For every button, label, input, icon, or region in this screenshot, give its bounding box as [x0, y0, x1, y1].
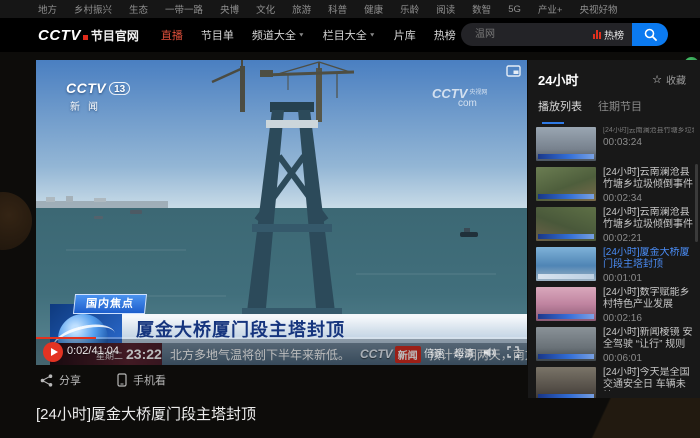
- quality-button[interactable]: 超清: [454, 345, 474, 360]
- utility-link-5g[interactable]: 5G: [508, 4, 521, 15]
- utility-link-goods[interactable]: 央视好物: [579, 2, 617, 16]
- playlist-panel: 24小时 ☆ 收藏 播放列表 往期节目 [24小时]云南澜沧县竹塘乡垃圾倾倒事件…: [528, 60, 700, 398]
- playlist: [24小时]云南澜沧县竹塘乡垃圾倾倒事件00:03:24 [24小时]云南澜沧县…: [528, 124, 700, 398]
- cctv-logo[interactable]: CCTV 节目官网: [38, 27, 139, 44]
- nav-live[interactable]: 直播: [161, 27, 183, 43]
- utility-link-local[interactable]: 地方: [38, 2, 57, 16]
- video-player[interactable]: CCTV 13 新闻 CCTV 央视网 com 国内焦点 厦金大桥厦门段主塔封顶: [36, 60, 527, 365]
- list-item[interactable]: [24小时]新闻棱镜 安全驾驶 “让行” 规则00:06:01: [528, 324, 700, 364]
- fullscreen-button[interactable]: [507, 346, 519, 358]
- video-actions: 分享 手机看: [40, 372, 166, 388]
- page: 地方 乡村振兴 生态 一带一路 央博 文化 旅游 科普 健康 乐龄 阅读 数智 …: [0, 0, 700, 438]
- tab-playlist[interactable]: 播放列表: [538, 98, 582, 124]
- search-area: 热榜: [461, 23, 668, 46]
- list-item[interactable]: [24小时]云南澜沧县竹塘乡垃圾倾倒事件00:02:34: [528, 164, 700, 204]
- utility-link-beltroad[interactable]: 一带一路: [165, 2, 203, 16]
- pip-icon[interactable]: [506, 65, 521, 77]
- tab-past-episodes[interactable]: 往期节目: [598, 98, 642, 124]
- list-item[interactable]: [24小时]今天是全国交通安全日 车辆未按: [528, 364, 700, 398]
- news-badge: 国内焦点: [73, 294, 147, 314]
- nav-programs[interactable]: 栏目大全▼: [323, 27, 376, 43]
- video-thumbnail: [536, 127, 596, 161]
- nav-hotlist[interactable]: 热榜: [434, 27, 456, 43]
- cctv-logo-suffix: 节目官网: [91, 27, 139, 44]
- chevron-down-icon: ▼: [298, 32, 305, 38]
- search-button[interactable]: [632, 23, 668, 46]
- left-edge-decoration: [0, 192, 32, 250]
- playlist-title: 24小时: [538, 70, 578, 89]
- cctv-logo-text: CCTV: [38, 27, 81, 44]
- player-control-bar: 0:02/41:04 倍速 超清: [36, 339, 527, 365]
- utility-link-eco[interactable]: 生态: [129, 2, 148, 16]
- utility-link-travel[interactable]: 旅游: [292, 2, 311, 16]
- play-button[interactable]: [43, 342, 63, 362]
- channel-logo-cctv13: CCTV 13 新闻: [66, 80, 130, 113]
- cctv-com-watermark: CCTV 央视网 com: [432, 86, 487, 109]
- mobile-view-button[interactable]: 手机看: [117, 372, 166, 388]
- favorite-button[interactable]: ☆ 收藏: [652, 72, 686, 87]
- utility-link-reading[interactable]: 阅读: [436, 2, 455, 16]
- volume-button[interactable]: [484, 347, 497, 358]
- phone-icon: [117, 373, 127, 387]
- utility-nav: 地方 乡村振兴 生态 一带一路 央博 文化 旅游 科普 健康 乐龄 阅读 数智 …: [0, 0, 700, 18]
- main-nav: CCTV 节目官网 直播 节目单 频道大全▼ 栏目大全▼ 片库 热榜 看点▼ 主…: [0, 18, 700, 52]
- scrollbar[interactable]: [695, 164, 698, 242]
- list-item-current[interactable]: [24小时]厦金大桥厦门段主塔封顶00:01:01: [528, 244, 700, 284]
- video-thumbnail: [536, 287, 596, 321]
- nav-library[interactable]: 片库: [394, 27, 416, 43]
- list-item[interactable]: [24小时]数字赋能乡村特色产业发展00:02:16: [528, 284, 700, 324]
- chevron-down-icon: ▼: [369, 32, 376, 38]
- list-item[interactable]: [24小时]云南澜沧县竹塘乡垃圾倾倒事件00:03:24: [528, 124, 700, 164]
- video-thumbnail: [536, 167, 596, 201]
- search-input[interactable]: [461, 23, 593, 46]
- search-icon: [644, 28, 657, 41]
- list-item[interactable]: [24小时]云南澜沧县竹塘乡垃圾倾倒事件00:02:21: [528, 204, 700, 244]
- nav-channels[interactable]: 频道大全▼: [252, 27, 305, 43]
- play-icon: [51, 348, 58, 356]
- hot-search-button[interactable]: 热榜: [593, 23, 632, 46]
- fullscreen-icon: [507, 346, 519, 358]
- speed-button[interactable]: 倍速: [424, 345, 444, 360]
- video-thumbnail: [536, 247, 596, 281]
- utility-link-senior[interactable]: 乐龄: [400, 2, 419, 16]
- video-thumbnail: [536, 327, 596, 361]
- video-thumbnail: [536, 367, 596, 398]
- nav-schedule[interactable]: 节目单: [201, 27, 234, 43]
- utility-link-rural[interactable]: 乡村振兴: [74, 2, 112, 16]
- speaker-icon: [484, 347, 497, 358]
- hot-bars-icon: [593, 30, 601, 39]
- share-button[interactable]: 分享: [40, 372, 81, 388]
- page-title: [24小时]厦金大桥厦门段主塔封顶: [36, 403, 256, 424]
- utility-link-industry[interactable]: 产业+: [538, 2, 563, 16]
- utility-link-culture[interactable]: 文化: [256, 2, 275, 16]
- utility-link-digital[interactable]: 数智: [472, 2, 491, 16]
- utility-link-science[interactable]: 科普: [328, 2, 347, 16]
- utility-link-health[interactable]: 健康: [364, 2, 383, 16]
- cctv-logo-dot: [83, 35, 88, 40]
- time-display: 0:02/41:04: [67, 345, 119, 357]
- video-thumbnail: [536, 207, 596, 241]
- star-icon: ☆: [652, 73, 662, 86]
- playlist-tabs: 播放列表 往期节目: [528, 98, 700, 124]
- share-icon: [40, 374, 53, 387]
- utility-link-yangbo[interactable]: 央博: [220, 2, 239, 16]
